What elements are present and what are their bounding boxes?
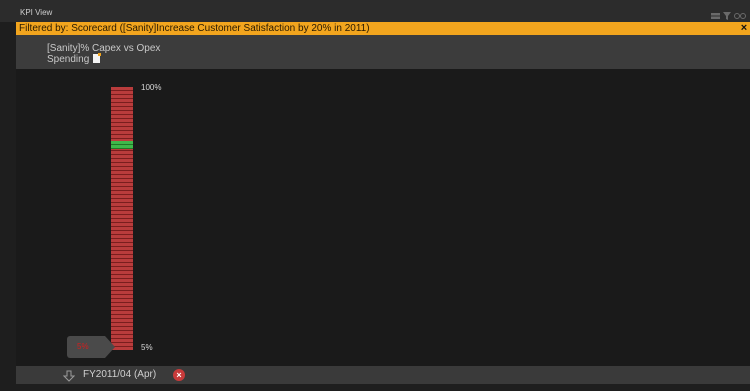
- document-icon[interactable]: [93, 53, 102, 63]
- kpi-gauge-area: 100% 5% 5%: [16, 69, 750, 366]
- target-band: [111, 140, 133, 149]
- scale-max-label: 100%: [141, 83, 162, 92]
- current-value-label: 5%: [77, 342, 89, 351]
- filter-bar: Filtered by: Scorecard ([Sanity]Increase…: [16, 22, 750, 35]
- filter-text: Filtered by: Scorecard ([Sanity]Increase…: [19, 23, 370, 34]
- period-bar: FY2011/04 (Apr) ×: [16, 366, 750, 384]
- period-label: FY2011/04 (Apr): [83, 369, 157, 380]
- kpi-header: [Sanity]% Capex vs Opex Spending: [16, 35, 750, 69]
- current-value-pointer: 5%: [67, 336, 115, 358]
- kpi-name: [Sanity]% Capex vs Opex Spending: [47, 43, 161, 65]
- kpi-gauge-bar: [111, 87, 133, 350]
- clear-filter-button[interactable]: ×: [738, 22, 750, 35]
- title-bar: KPI View: [0, 0, 750, 22]
- kpi-title[interactable]: [Sanity]% Capex vs Opex Spending: [47, 43, 187, 65]
- scale-min-label: 5%: [141, 343, 153, 352]
- bottom-border: [0, 384, 750, 391]
- window-title: KPI View: [20, 8, 53, 17]
- remove-period-button[interactable]: ×: [173, 369, 185, 381]
